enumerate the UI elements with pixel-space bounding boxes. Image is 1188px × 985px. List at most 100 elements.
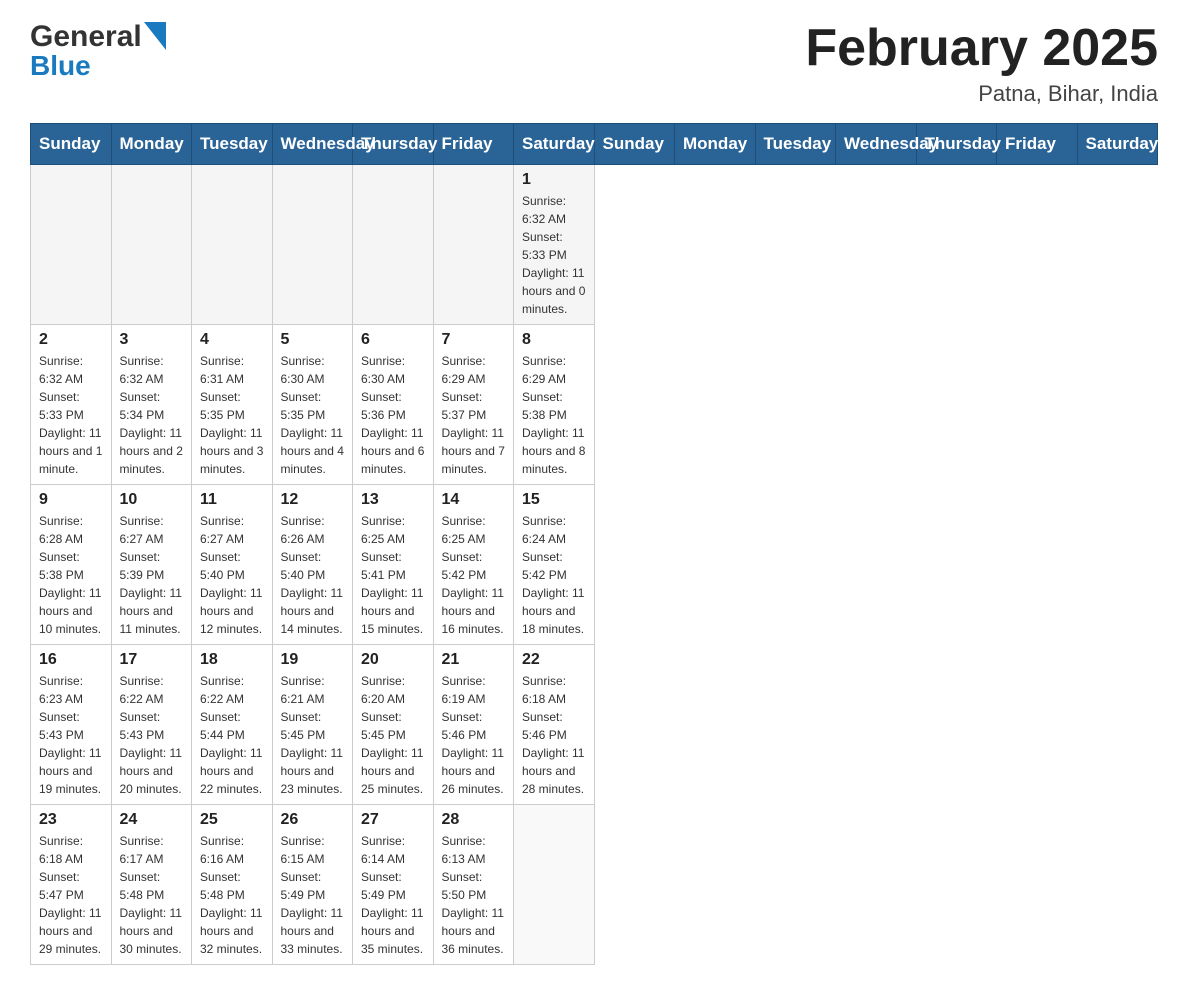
day-number: 23	[39, 811, 103, 829]
day-number: 22	[522, 651, 586, 669]
day-info: Sunrise: 6:17 AM Sunset: 5:48 PM Dayligh…	[120, 832, 184, 958]
day-info: Sunrise: 6:27 AM Sunset: 5:39 PM Dayligh…	[120, 512, 184, 638]
header-wednesday: Wednesday	[272, 124, 353, 165]
day-number: 26	[281, 811, 345, 829]
day-number: 10	[120, 491, 184, 509]
day-number: 6	[361, 331, 425, 349]
calendar-day-cell: 6 Sunrise: 6:30 AM Sunset: 5:36 PM Daylig…	[353, 325, 434, 485]
day-info: Sunrise: 6:25 AM Sunset: 5:41 PM Dayligh…	[361, 512, 425, 638]
calendar-header-row: SundayMondayTuesdayWednesdayThursdayFrid…	[31, 124, 1158, 165]
header-friday: Friday	[997, 124, 1078, 165]
day-info: Sunrise: 6:28 AM Sunset: 5:38 PM Dayligh…	[39, 512, 103, 638]
day-info: Sunrise: 6:14 AM Sunset: 5:49 PM Dayligh…	[361, 832, 425, 958]
header-wednesday: Wednesday	[836, 124, 917, 165]
calendar-day-cell: 24 Sunrise: 6:17 AM Sunset: 5:48 PM Dayli…	[111, 805, 192, 965]
calendar-day-cell: 23 Sunrise: 6:18 AM Sunset: 5:47 PM Dayli…	[31, 805, 112, 965]
header-thursday: Thursday	[353, 124, 434, 165]
calendar-week-row: 2Sunrise: 6:32 AM Sunset: 5:33 PM Daylig…	[31, 325, 1158, 485]
day-number: 9	[39, 491, 103, 509]
day-info: Sunrise: 6:13 AM Sunset: 5:50 PM Dayligh…	[442, 832, 506, 958]
day-number: 20	[361, 651, 425, 669]
calendar-day-cell: 1 Sunrise: 6:32 AM Sunset: 5:33 PM Daylig…	[514, 165, 595, 325]
day-number: 27	[361, 811, 425, 829]
page-header: General Blue February 2025 Patna, Bihar,…	[30, 20, 1158, 107]
calendar-day-cell: 22 Sunrise: 6:18 AM Sunset: 5:46 PM Dayli…	[514, 645, 595, 805]
day-info: Sunrise: 6:32 AM Sunset: 5:34 PM Dayligh…	[120, 352, 184, 478]
calendar-day-cell: 17Sunrise: 6:22 AM Sunset: 5:43 PM Dayli…	[111, 645, 192, 805]
day-info: Sunrise: 6:18 AM Sunset: 5:46 PM Dayligh…	[522, 672, 586, 798]
day-number: 13	[361, 491, 425, 509]
calendar-week-row: 16 Sunrise: 6:23 AM Sunset: 5:43 PM Dayli…	[31, 645, 1158, 805]
calendar-day-cell: 19 Sunrise: 6:21 AM Sunset: 5:45 PM Dayli…	[272, 645, 353, 805]
calendar-day-cell: 9 Sunrise: 6:28 AM Sunset: 5:38 PM Daylig…	[31, 485, 112, 645]
day-number: 15	[522, 491, 586, 509]
calendar-day-cell	[514, 805, 595, 965]
day-number: 8	[522, 331, 586, 349]
day-info: Sunrise: 6:22 AM Sunset: 5:43 PM Dayligh…	[120, 672, 184, 798]
calendar-day-cell: 14 Sunrise: 6:25 AM Sunset: 5:42 PM Dayli…	[433, 485, 514, 645]
header-saturday: Saturday	[514, 124, 595, 165]
calendar-day-cell: 28Sunrise: 6:13 AM Sunset: 5:50 PM Dayli…	[433, 805, 514, 965]
calendar-day-cell: 8 Sunrise: 6:29 AM Sunset: 5:38 PM Daylig…	[514, 325, 595, 485]
day-info: Sunrise: 6:29 AM Sunset: 5:38 PM Dayligh…	[522, 352, 586, 478]
calendar-day-cell: 10 Sunrise: 6:27 AM Sunset: 5:39 PM Dayli…	[111, 485, 192, 645]
logo-blue-text: Blue	[30, 50, 91, 82]
day-number: 21	[442, 651, 506, 669]
calendar-week-row: 1 Sunrise: 6:32 AM Sunset: 5:33 PM Daylig…	[31, 165, 1158, 325]
day-number: 25	[200, 811, 264, 829]
header-monday: Monday	[675, 124, 756, 165]
calendar-day-cell: 12Sunrise: 6:26 AM Sunset: 5:40 PM Dayli…	[272, 485, 353, 645]
calendar-day-cell: 18 Sunrise: 6:22 AM Sunset: 5:44 PM Dayli…	[192, 645, 273, 805]
day-number: 24	[120, 811, 184, 829]
header-monday: Monday	[111, 124, 192, 165]
day-info: Sunrise: 6:32 AM Sunset: 5:33 PM Dayligh…	[522, 192, 586, 318]
day-number: 11	[200, 491, 264, 509]
day-info: Sunrise: 6:26 AM Sunset: 5:40 PM Dayligh…	[281, 512, 345, 638]
calendar-day-cell: 26Sunrise: 6:15 AM Sunset: 5:49 PM Dayli…	[272, 805, 353, 965]
day-info: Sunrise: 6:32 AM Sunset: 5:33 PM Dayligh…	[39, 352, 103, 478]
calendar-day-cell	[31, 165, 112, 325]
day-number: 1	[522, 171, 586, 189]
calendar-day-cell: 15Sunrise: 6:24 AM Sunset: 5:42 PM Dayli…	[514, 485, 595, 645]
day-number: 7	[442, 331, 506, 349]
day-info: Sunrise: 6:16 AM Sunset: 5:48 PM Dayligh…	[200, 832, 264, 958]
logo: General Blue	[30, 20, 166, 82]
day-number: 19	[281, 651, 345, 669]
logo-general-text: General	[30, 20, 142, 54]
day-number: 3	[120, 331, 184, 349]
day-info: Sunrise: 6:30 AM Sunset: 5:36 PM Dayligh…	[361, 352, 425, 478]
calendar-day-cell: 3 Sunrise: 6:32 AM Sunset: 5:34 PM Daylig…	[111, 325, 192, 485]
day-info: Sunrise: 6:25 AM Sunset: 5:42 PM Dayligh…	[442, 512, 506, 638]
header-friday: Friday	[433, 124, 514, 165]
header-sunday: Sunday	[594, 124, 675, 165]
calendar-day-cell	[111, 165, 192, 325]
calendar-day-cell	[433, 165, 514, 325]
calendar-day-cell: 2Sunrise: 6:32 AM Sunset: 5:33 PM Daylig…	[31, 325, 112, 485]
header-thursday: Thursday	[916, 124, 997, 165]
day-number: 14	[442, 491, 506, 509]
day-info: Sunrise: 6:30 AM Sunset: 5:35 PM Dayligh…	[281, 352, 345, 478]
calendar-day-cell: 7Sunrise: 6:29 AM Sunset: 5:37 PM Daylig…	[433, 325, 514, 485]
logo-arrow-icon	[144, 22, 166, 50]
calendar-day-cell: 21 Sunrise: 6:19 AM Sunset: 5:46 PM Dayli…	[433, 645, 514, 805]
calendar-day-cell: 20 Sunrise: 6:20 AM Sunset: 5:45 PM Dayli…	[353, 645, 434, 805]
day-info: Sunrise: 6:21 AM Sunset: 5:45 PM Dayligh…	[281, 672, 345, 798]
header-sunday: Sunday	[31, 124, 112, 165]
calendar-day-cell: 5Sunrise: 6:30 AM Sunset: 5:35 PM Daylig…	[272, 325, 353, 485]
calendar-day-cell: 13 Sunrise: 6:25 AM Sunset: 5:41 PM Dayli…	[353, 485, 434, 645]
day-info: Sunrise: 6:27 AM Sunset: 5:40 PM Dayligh…	[200, 512, 264, 638]
header-tuesday: Tuesday	[192, 124, 273, 165]
day-info: Sunrise: 6:20 AM Sunset: 5:45 PM Dayligh…	[361, 672, 425, 798]
location-text: Patna, Bihar, India	[805, 81, 1158, 107]
header-saturday: Saturday	[1077, 124, 1158, 165]
calendar-day-cell: 16 Sunrise: 6:23 AM Sunset: 5:43 PM Dayli…	[31, 645, 112, 805]
day-info: Sunrise: 6:18 AM Sunset: 5:47 PM Dayligh…	[39, 832, 103, 958]
day-info: Sunrise: 6:19 AM Sunset: 5:46 PM Dayligh…	[442, 672, 506, 798]
day-info: Sunrise: 6:22 AM Sunset: 5:44 PM Dayligh…	[200, 672, 264, 798]
day-info: Sunrise: 6:23 AM Sunset: 5:43 PM Dayligh…	[39, 672, 103, 798]
calendar-day-cell: 4Sunrise: 6:31 AM Sunset: 5:35 PM Daylig…	[192, 325, 273, 485]
day-number: 18	[200, 651, 264, 669]
calendar-day-cell	[353, 165, 434, 325]
day-number: 16	[39, 651, 103, 669]
header-tuesday: Tuesday	[755, 124, 836, 165]
